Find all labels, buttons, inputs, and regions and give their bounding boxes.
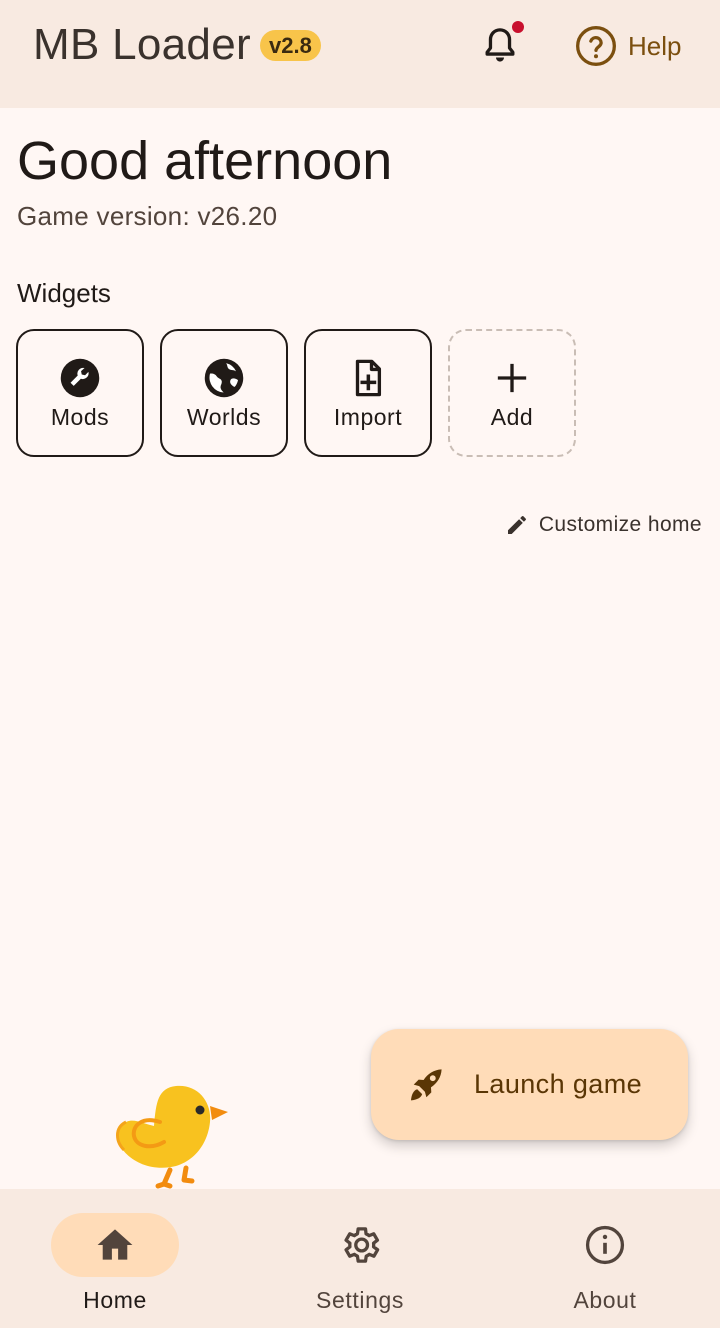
help-label: Help (628, 30, 682, 61)
bottom-navigation: Home Settings About (0, 1189, 720, 1328)
info-icon (585, 1225, 625, 1265)
widgets-heading: Widgets (17, 278, 111, 308)
launch-game-button[interactable]: Launch game (371, 1029, 688, 1140)
top-app-bar: MB Loader v2.8 Help (0, 0, 720, 108)
widget-label: Worlds (186, 403, 262, 430)
rocket-icon (410, 1068, 442, 1100)
widget-import[interactable]: Import (304, 329, 432, 457)
widget-mods[interactable]: Mods (16, 329, 144, 457)
chick-icon (116, 1085, 228, 1189)
greeting-heading: Good afternoon (17, 131, 393, 191)
nav-item-home[interactable]: Home (0, 1189, 235, 1328)
nav-label-settings: Settings (316, 1287, 404, 1313)
widget-label: Import (333, 403, 403, 430)
nav-item-settings[interactable]: Settings (240, 1189, 480, 1328)
launch-game-label: Launch game (474, 1069, 643, 1099)
widget-label: Add (490, 403, 534, 430)
customize-home-button[interactable]: Customize home (505, 510, 702, 540)
widget-worlds[interactable]: Worlds (160, 329, 288, 457)
notification-badge (512, 21, 524, 33)
plus-icon (490, 356, 534, 400)
nav-label-home: Home (83, 1287, 147, 1313)
file-add-icon (346, 356, 390, 400)
nav-item-about[interactable]: About (485, 1189, 720, 1328)
nav-label-about: About (573, 1287, 637, 1313)
pencil-icon (507, 516, 526, 534)
widget-add[interactable]: Add (448, 329, 576, 457)
customize-home-label: Customize home (538, 513, 702, 536)
home-icon (97, 1229, 133, 1260)
help-button[interactable]: Help (574, 24, 681, 68)
wrench-icon (58, 356, 102, 400)
globe-icon (202, 356, 246, 400)
app-title: MB Loader (33, 20, 251, 69)
gear-icon (344, 1227, 380, 1263)
game-version-text: Game version: v26.20 (17, 201, 278, 231)
help-circle-icon (576, 26, 616, 66)
widget-label: Mods (50, 403, 110, 430)
nav-active-indicator (51, 1213, 179, 1277)
version-badge: v2.8 (260, 30, 321, 61)
